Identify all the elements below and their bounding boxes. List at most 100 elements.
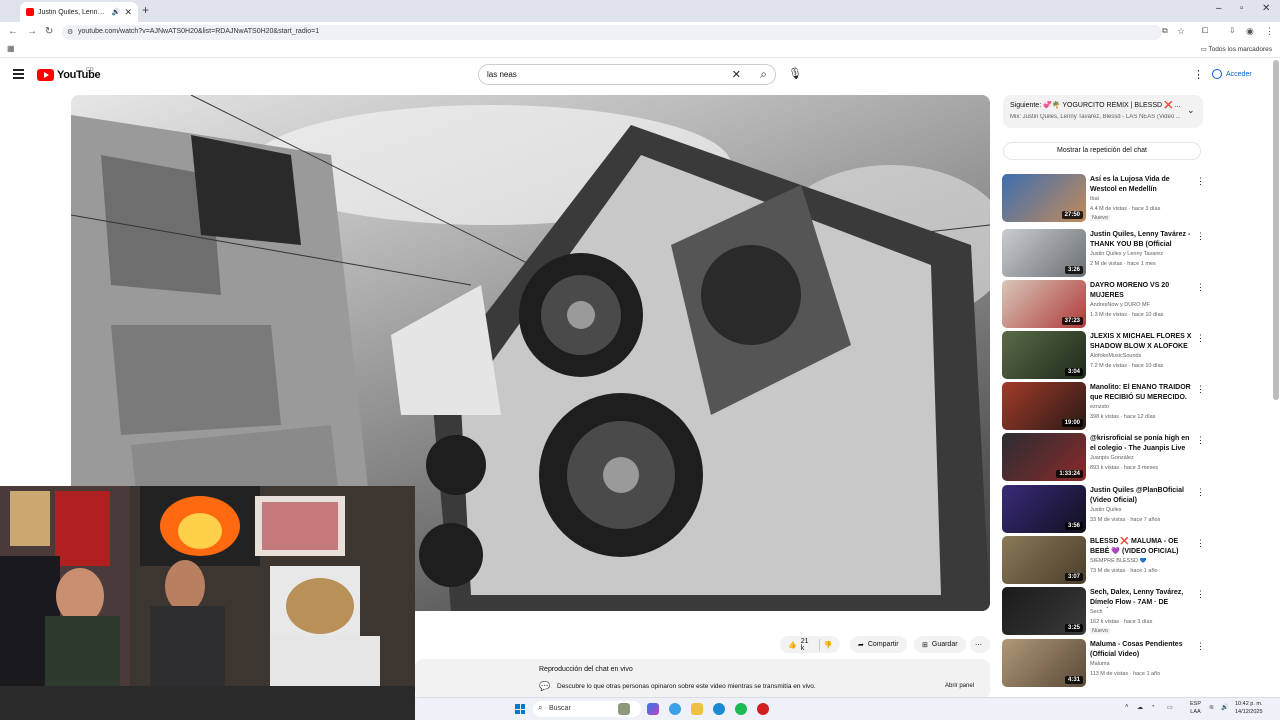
microphone-icon[interactable]: 🎙 bbox=[788, 67, 802, 80]
tray-app-icon[interactable]: ◔ bbox=[1151, 704, 1155, 710]
open-panel-button[interactable]: Abrir panel bbox=[945, 683, 974, 689]
recommendation-item[interactable]: 27:50 Así es la Lujosa Vida de Westcol en… bbox=[1002, 174, 1205, 222]
video-title[interactable]: JLEXIS X MICHAEL FLORES X SHADOW BLOW X … bbox=[1090, 332, 1192, 352]
video-title[interactable]: @krisroficial se ponía high en el colegi… bbox=[1090, 434, 1192, 454]
channel-name[interactable]: Juanpis González bbox=[1090, 455, 1192, 461]
scrollbar[interactable] bbox=[1273, 60, 1279, 400]
battery-icon[interactable]: ▭ bbox=[1167, 704, 1173, 711]
channel-name[interactable]: AlofokeMusicSounds bbox=[1090, 353, 1192, 359]
like-button[interactable]: 👍 21 k 👎 bbox=[780, 636, 840, 653]
edge-icon[interactable] bbox=[713, 703, 725, 715]
cloud-icon[interactable]: ☁ bbox=[1137, 704, 1143, 711]
video-thumbnail[interactable]: 27:50 bbox=[1002, 174, 1086, 222]
more-options-icon[interactable]: ⋮ bbox=[1196, 435, 1205, 446]
profile-icon[interactable]: ◉ bbox=[1246, 26, 1254, 37]
copilot-icon[interactable] bbox=[647, 703, 659, 715]
video-title[interactable]: Sech, Dalex, Lenny Tavárez, Dímelo Flow … bbox=[1090, 588, 1192, 608]
video-title[interactable]: Así es la Lujosa Vida de Westcol en Mede… bbox=[1090, 175, 1192, 195]
channel-name[interactable]: Justin Quiles bbox=[1090, 507, 1192, 513]
more-options-icon[interactable]: ⋮ bbox=[1196, 333, 1205, 344]
new-tab-button[interactable]: + bbox=[142, 3, 149, 17]
video-thumbnail[interactable]: 3:26 bbox=[1002, 229, 1086, 277]
channel-name[interactable]: Justin Quiles y Lenny Tavarez bbox=[1090, 251, 1192, 257]
recommendation-item[interactable]: 3:04 JLEXIS X MICHAEL FLORES X SHADOW BLO… bbox=[1002, 331, 1205, 379]
back-icon[interactable]: ← bbox=[8, 26, 18, 37]
app-icon[interactable] bbox=[757, 703, 769, 715]
video-title[interactable]: DAYRO MORENO VS 20 MUJERES bbox=[1090, 281, 1192, 301]
video-thumbnail[interactable]: 3:04 bbox=[1002, 331, 1086, 379]
settings-more-icon[interactable]: ⋮ bbox=[1193, 68, 1204, 81]
install-icon[interactable]: ⧉ bbox=[1162, 26, 1168, 36]
extensions-icon[interactable]: ⧠ bbox=[1202, 26, 1208, 36]
more-options-icon[interactable]: ⋮ bbox=[1196, 176, 1205, 187]
video-title[interactable]: Maluma - Cosas Pendientes (Official Vide… bbox=[1090, 640, 1192, 660]
video-title[interactable]: Manolito: El ENANO TRAIDOR que RECIBIÓ S… bbox=[1090, 383, 1192, 403]
browser-tab[interactable]: Justin Quiles, Lenny Tavárez 🔊 ✕ bbox=[20, 2, 138, 22]
clock[interactable]: 10:42 p. m. 14/12/2025 bbox=[1235, 700, 1263, 716]
more-options-icon[interactable]: ⋮ bbox=[1196, 641, 1205, 652]
file-explorer-icon[interactable] bbox=[691, 703, 703, 715]
downloads-icon[interactable]: ⇩ bbox=[1229, 26, 1236, 35]
recommendation-item[interactable]: 1:33:24 @krisroficial se ponía high en el… bbox=[1002, 433, 1205, 481]
more-options-icon[interactable]: ⋮ bbox=[1196, 282, 1205, 293]
language-indicator[interactable]: ESP LAA bbox=[1190, 700, 1201, 716]
recommendation-item[interactable]: 19:00 Manolito: El ENANO TRAIDOR que RECI… bbox=[1002, 382, 1205, 430]
sign-in-button[interactable]: Acceder bbox=[1212, 66, 1252, 82]
recommendation-item[interactable]: 3:26 Justin Quiles, Lenny Tavárez - THANK… bbox=[1002, 229, 1205, 277]
clear-search-icon[interactable]: ✕ bbox=[732, 68, 741, 81]
channel-name[interactable]: eznzsto bbox=[1090, 404, 1192, 410]
mix-playlist-header[interactable]: Siguiente: 💞🌴 YOGURCITO REMIX | BLESSD ❌… bbox=[1003, 95, 1203, 128]
close-tab-icon[interactable]: ✕ bbox=[124, 7, 132, 18]
more-options-icon[interactable]: ⋮ bbox=[1196, 589, 1205, 600]
more-options-icon[interactable]: ⋮ bbox=[1196, 231, 1205, 242]
more-options-icon[interactable]: ⋮ bbox=[1196, 487, 1205, 498]
video-thumbnail[interactable]: 4:31 bbox=[1002, 639, 1086, 687]
video-thumbnail[interactable]: 3:07 bbox=[1002, 536, 1086, 584]
apps-grid-icon[interactable]: ▦ bbox=[7, 44, 15, 53]
channel-name[interactable]: SIEMPRE BLESSD 💙 bbox=[1090, 558, 1192, 564]
address-bar[interactable]: ⚙ youtube.com/watch?v=AJNwATS0H20&list=R… bbox=[62, 25, 1162, 40]
search-icon[interactable]: ⌕ bbox=[760, 67, 767, 82]
show-chat-replay-button[interactable]: Mostrar la repetición del chat bbox=[1003, 142, 1201, 160]
widget-icon[interactable] bbox=[618, 703, 630, 715]
chrome-icon[interactable] bbox=[669, 703, 681, 715]
recommendation-item[interactable]: 37:23 DAYRO MORENO VS 20 MUJERES AndresNow… bbox=[1002, 280, 1205, 328]
windows-start-icon[interactable] bbox=[515, 704, 525, 714]
bookmark-star-icon[interactable]: ☆ bbox=[1177, 26, 1185, 37]
more-options-icon[interactable]: ⋮ bbox=[1196, 384, 1205, 395]
maximize-icon[interactable]: ▫ bbox=[1240, 3, 1244, 14]
tray-chevron-icon[interactable]: ˄ bbox=[1125, 704, 1129, 710]
forward-icon[interactable]: → bbox=[27, 26, 37, 37]
video-title[interactable]: Justin Quiles, Lenny Tavárez - THANK YOU… bbox=[1090, 230, 1192, 250]
channel-name[interactable]: AndresNow y DURO MF bbox=[1090, 302, 1192, 308]
channel-name[interactable]: Sech bbox=[1090, 609, 1192, 615]
video-thumbnail[interactable]: 1:33:24 bbox=[1002, 433, 1086, 481]
recommendation-item[interactable]: 3:56 Justin Quiles @PlanBOficial (Video O… bbox=[1002, 485, 1205, 533]
search-input[interactable]: las neas ✕ ⌕ bbox=[478, 64, 776, 85]
video-thumbnail[interactable]: 3:25 bbox=[1002, 587, 1086, 635]
save-button[interactable]: ⊞ Guardar bbox=[914, 636, 966, 653]
video-title[interactable]: BLESSD ❌ MALUMA - OE BEBÉ 💜 (VIDEO OFICI… bbox=[1090, 537, 1192, 557]
menu-icon[interactable] bbox=[13, 69, 24, 81]
browser-menu-icon[interactable]: ⋮ bbox=[1265, 26, 1274, 37]
more-actions-button[interactable]: ⋯ bbox=[970, 636, 990, 653]
spotify-icon[interactable] bbox=[735, 703, 747, 715]
close-window-icon[interactable]: ✕ bbox=[1262, 3, 1270, 14]
channel-name[interactable]: Maluma bbox=[1090, 661, 1192, 667]
site-info-icon[interactable]: ⚙ bbox=[67, 28, 73, 36]
video-thumbnail[interactable]: 19:00 bbox=[1002, 382, 1086, 430]
minimize-icon[interactable]: – bbox=[1216, 3, 1222, 14]
share-button[interactable]: ➦ Compartir bbox=[850, 636, 907, 653]
recommendation-item[interactable]: 3:07 BLESSD ❌ MALUMA - OE BEBÉ 💜 (VIDEO O… bbox=[1002, 536, 1205, 584]
video-title[interactable]: Justin Quiles @PlanBOficial (Video Ofici… bbox=[1090, 486, 1192, 506]
wifi-icon[interactable]: ≋ bbox=[1209, 704, 1214, 711]
recommendation-item[interactable]: 3:25 Sech, Dalex, Lenny Tavárez, Dímelo F… bbox=[1002, 587, 1205, 635]
reload-icon[interactable]: ↻ bbox=[45, 26, 53, 37]
more-options-icon[interactable]: ⋮ bbox=[1196, 538, 1205, 549]
video-thumbnail[interactable]: 37:23 bbox=[1002, 280, 1086, 328]
chevron-down-icon[interactable]: ⌄ bbox=[1187, 105, 1195, 116]
volume-icon[interactable]: 🔊 bbox=[1221, 704, 1228, 711]
all-bookmarks[interactable]: ▭ Todos los marcadores bbox=[1201, 45, 1272, 53]
video-thumbnail[interactable]: 3:56 bbox=[1002, 485, 1086, 533]
recommendation-item[interactable]: 4:31 Maluma - Cosas Pendientes (Official … bbox=[1002, 639, 1205, 687]
